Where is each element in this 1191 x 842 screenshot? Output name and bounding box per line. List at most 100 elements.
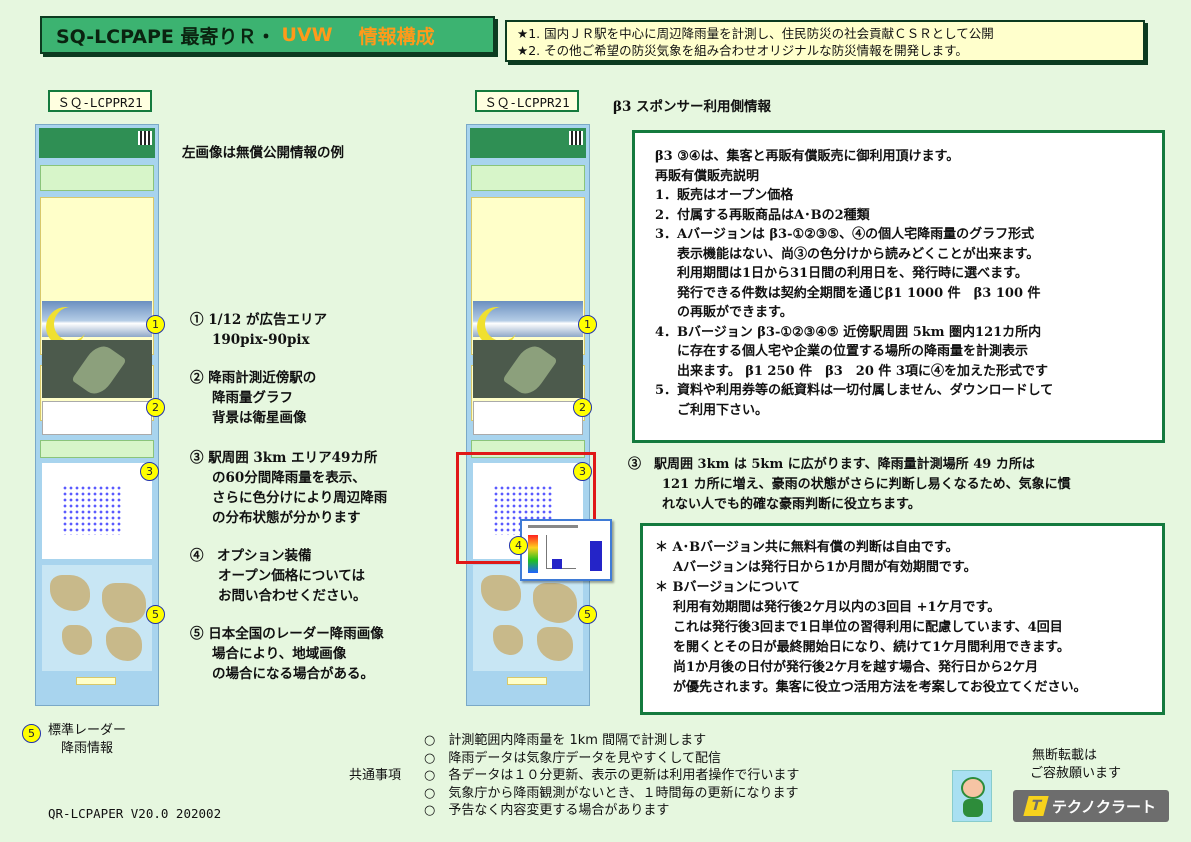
map-land: [537, 627, 573, 661]
common-item-text: 気象庁から降雨観測がないとき、１時間毎の更新になります: [448, 785, 799, 801]
item-line: さらに色分けにより周辺降雨: [212, 490, 388, 506]
b3-line: 3．Aバージョンは β3-①②③⑤、④の個人宅降雨量のグラフ形式: [655, 227, 1035, 242]
grid-dots: [62, 485, 122, 535]
rain-grid-image: [42, 463, 152, 559]
qr-code-icon: [138, 131, 152, 145]
common-item: ○ 降雨データは気象庁データを見やすくして配信: [424, 750, 799, 768]
note-line: 利用有効期間は発行後2ケ月以内の3回目 +1ケ月です。: [673, 600, 1001, 615]
bullet: ○: [424, 750, 436, 766]
legend-line: 降雨情報: [61, 741, 114, 756]
common-label: 共通事項: [349, 768, 402, 783]
b3-line: β3 ③④は、集客と再販有償販売に御利用頂けます。: [655, 149, 960, 164]
item3-line: ③ 駅周囲 3km は 5km に広がります、降雨量計測場所 49 カ所は: [628, 457, 1035, 472]
note-line: 尚1か月後の日付が発行後2ケ月を越す場合、発行日から2ケ月: [673, 660, 1039, 675]
item-line: 190pix-90pix: [212, 332, 310, 348]
satellite-image: [473, 340, 583, 400]
japan-map-icon: [71, 340, 127, 400]
mid-phone-screenshot: [466, 124, 590, 706]
bullet: ○: [424, 768, 436, 783]
common-item-text: 予告なく内容変更する場合があります: [448, 803, 670, 818]
ad-area-image: [473, 301, 583, 337]
bullet: ○: [424, 803, 436, 818]
header-notes: ★1. 国内ＪＲ駅を中心に周辺降雨量を計測し、住民防災の社会貢献ＣＳＲとして公開…: [505, 20, 1145, 62]
item3-description: ③ 駅周囲 3km は 5km に広がります、降雨量計測場所 49 カ所は 12…: [628, 455, 1158, 515]
chart-bar: [552, 559, 562, 569]
b3-line: 発行できる件数は契約全期間を通じβ1 1000 件 β3 100 件: [677, 285, 1041, 301]
phone-header: [470, 128, 586, 158]
note-line: ＊ A･Bバージョン共に無料有償の判断は自由です。: [655, 540, 959, 555]
phone-info-strip: [40, 440, 154, 458]
logo-mark: T: [1023, 796, 1049, 816]
phone-info-strip: [471, 165, 585, 191]
mascot-body: [963, 799, 983, 817]
item-line: 背景は衛星画像: [212, 410, 307, 426]
marker-1: 1: [578, 315, 597, 334]
note-line: Aバージョンは発行日から1か月間が有効期間です。: [673, 560, 977, 575]
map-land: [62, 625, 92, 655]
marker-5: 5: [578, 605, 597, 624]
marker-2: 2: [573, 398, 592, 417]
b3-line: に存在する個人宅や企業の位置する場所の降雨量を計測表示: [677, 344, 1029, 359]
ad-area-image: [42, 301, 152, 337]
left-item-3: ③ 駅周囲 3km エリア49カ所 の60分間降雨量を表示、 さらに色分けにより…: [190, 448, 387, 528]
copyright-line: 無断転載は: [1032, 748, 1098, 763]
logo-text: テクノクラート: [1051, 797, 1157, 816]
left-phone-screenshot: [35, 124, 159, 706]
marker-3: 3: [573, 462, 592, 481]
mascot-icon: [952, 770, 992, 822]
b3-line: の再販ができます。: [677, 305, 793, 320]
item-line: ② 降雨計測近傍駅の: [190, 370, 317, 386]
b3-line: 出来ます。 β1 250 件 β3 20 件 3項に④を加えた形式です: [677, 363, 1048, 379]
common-item-text: 計測範囲内降雨量を 1km 間隔で計測します: [448, 733, 707, 748]
item-line: の場合になる場合がある。: [212, 666, 374, 682]
map-land: [102, 583, 146, 623]
item-line: 場合により、地域画像: [212, 646, 347, 662]
item-line: 降雨量グラフ: [212, 390, 293, 406]
rain-graph: [42, 401, 152, 435]
note-line: が優先されます。集客に役立つ活用方法を考案してお役立てください。: [673, 680, 1087, 695]
copyright-line: ご容赦願います: [1030, 766, 1122, 781]
marker-5: 5: [146, 605, 165, 624]
item-line: の60分間降雨量を表示、: [212, 470, 366, 486]
moon-icon: [54, 307, 88, 341]
title-accent: UVW: [281, 24, 333, 46]
qr-code-icon: [569, 131, 583, 145]
legend-text: 標準レーダー 降雨情報: [48, 722, 126, 758]
common-item-text: 降雨データは気象庁データを見やすくして配信: [448, 750, 721, 766]
title-main: SQ-LCPAPE 最寄りＲ・: [56, 25, 276, 48]
map-land: [106, 627, 142, 661]
b3-line: 1．販売はオープン価格: [655, 188, 794, 203]
phone-button: [507, 677, 547, 685]
company-logo: T テクノクラート: [1013, 790, 1169, 822]
marker-1: 1: [146, 315, 165, 334]
radar-map-image: [42, 565, 152, 671]
item3-line: 121 カ所に増え、豪雨の状態がさらに判断し易くなるため、気象に慣: [662, 477, 1071, 492]
version-notes-box: ＊ A･Bバージョン共に無料有償の判断は自由です。 Aバージョンは発行日から1か…: [640, 523, 1165, 715]
phone-button: [76, 677, 116, 685]
note-line: を開くとその日が最終開始日になり、続けて1ケ月間利用できます。: [673, 640, 1070, 655]
left-item-1: ① 1/12 が広告エリア 190pix-90pix: [190, 310, 327, 350]
item-line: ④ オプション装備: [190, 548, 312, 564]
phone-header: [39, 128, 155, 158]
bullet: ○: [424, 733, 436, 748]
rain-graph: [473, 401, 583, 435]
header-note: ★1. 国内ＪＲ駅を中心に周辺降雨量を計測し、住民防災の社会貢献ＣＳＲとして公開: [517, 26, 994, 41]
bar-chart-popup: [520, 519, 612, 581]
japan-map-icon: [502, 340, 558, 400]
b3-line: 2．付属する再販商品はA･Bの2種類: [655, 207, 870, 223]
left-item-2: ② 降雨計測近傍駅の 降雨量グラフ 背景は衛星画像: [190, 368, 316, 428]
b3-line: 5．資料や利用券等の紙資料は一切付属しません、ダウンロードして: [655, 383, 1054, 398]
b3-resale-box: β3 ③④は、集客と再販有償販売に御利用頂けます。 再販有償販売説明 1．販売は…: [632, 130, 1165, 443]
item-line: ⑤ 日本全国のレーダー降雨画像: [190, 626, 384, 642]
mascot-head: [961, 777, 985, 799]
common-item: ○ 計測範囲内降雨量を 1km 間隔で計測します: [424, 732, 799, 750]
header-note: ★2. その他ご希望の防災気象を組み合わせオリジナルな防災情報を開発します。: [517, 43, 968, 58]
moon-icon: [485, 307, 519, 341]
b3-line: 再販有償販売説明: [655, 168, 760, 184]
item-line: の分布状態が分かります: [212, 510, 361, 526]
b3-line: ご利用下さい。: [677, 402, 769, 418]
marker-3: 3: [140, 462, 159, 481]
marker-4: 4: [509, 536, 528, 555]
common-item: ○ 気象庁から降雨観測がないとき、１時間毎の更新になります: [424, 785, 799, 803]
satellite-image: [42, 340, 152, 400]
